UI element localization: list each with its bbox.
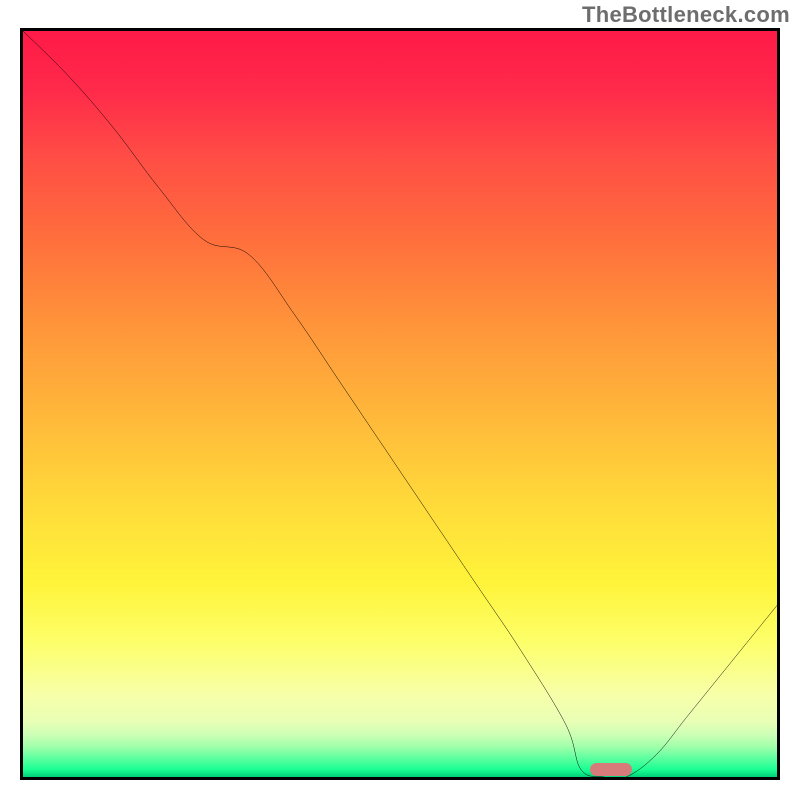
optimal-point-marker <box>590 763 632 776</box>
plot-area <box>20 28 780 780</box>
watermark-text: TheBottleneck.com <box>582 2 790 28</box>
chart-root: TheBottleneck.com <box>0 0 800 800</box>
bottleneck-curve <box>23 31 777 777</box>
